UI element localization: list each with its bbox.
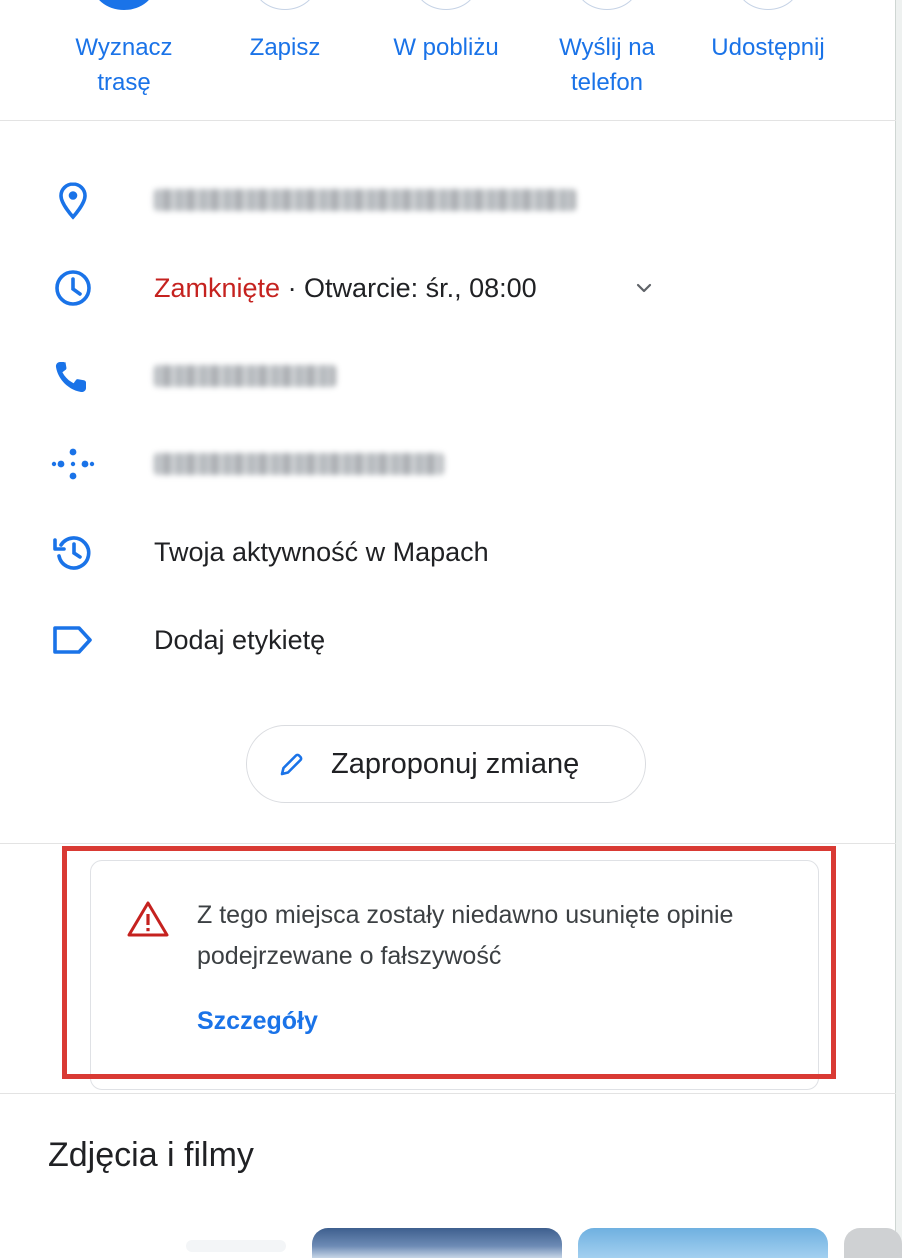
photo-placeholder	[186, 1240, 286, 1252]
bookmark-icon	[253, 0, 317, 10]
send-to-phone-label: Wyślij na telefon	[559, 34, 655, 96]
suggest-edit-button[interactable]: Zaproponuj zmianę	[246, 725, 646, 803]
add-label-text: Dodaj etykietę	[154, 625, 326, 655]
address-text	[154, 189, 576, 211]
add-label-row[interactable]: Dodaj etykietę	[0, 608, 896, 672]
phone-text	[154, 365, 336, 387]
address-row[interactable]	[0, 168, 896, 232]
save-label: Zapisz	[249, 34, 321, 61]
photo-thumbnail[interactable]	[578, 1228, 828, 1258]
plus-code-icon	[51, 448, 95, 480]
nearby-label: W pobliżu	[393, 34, 499, 61]
share-icon	[736, 0, 800, 10]
action-bar: Wyznacz trasę Zapisz W pobliżu Wyślij na…	[0, 0, 896, 121]
label-icon	[53, 626, 92, 654]
divider	[0, 1093, 896, 1094]
share-label: Udostępnij	[711, 34, 825, 61]
clock-icon	[55, 270, 91, 306]
phone-icon	[55, 361, 86, 393]
divider	[0, 843, 896, 844]
plus-code-row[interactable]	[0, 432, 896, 496]
pencil-icon	[280, 753, 303, 776]
send-to-phone-icon	[575, 0, 639, 10]
photo-thumbnail[interactable]	[844, 1228, 902, 1258]
activity-row[interactable]: Twoja aktywność w Mapach	[0, 520, 896, 584]
nearby-icon	[414, 0, 478, 10]
hours-row[interactable]: Zamknięte · Otwarcie: śr., 08:00	[0, 256, 896, 320]
directions-label: Wyznacz trasę	[75, 34, 173, 96]
suggest-edit-label: Zaproponuj zmianę	[331, 748, 580, 780]
map-edge	[895, 0, 902, 1252]
plus-code-text	[154, 453, 444, 475]
directions-icon	[92, 0, 156, 10]
photos-section-title: Zdjęcia i filmy	[48, 1136, 254, 1174]
location-pin-icon	[59, 182, 87, 220]
chevron-down-icon[interactable]	[630, 274, 658, 302]
hours-status: Zamknięte	[154, 273, 281, 303]
activity-label: Twoja aktywność w Mapach	[154, 537, 489, 567]
photo-thumbnail[interactable]	[312, 1228, 562, 1258]
phone-row[interactable]	[0, 344, 896, 408]
hours-text: Zamknięte · Otwarcie: śr., 08:00	[154, 256, 537, 320]
hours-detail: · Otwarcie: śr., 08:00	[280, 273, 537, 303]
highlight-annotation-box	[62, 846, 836, 1079]
history-icon	[53, 536, 91, 570]
